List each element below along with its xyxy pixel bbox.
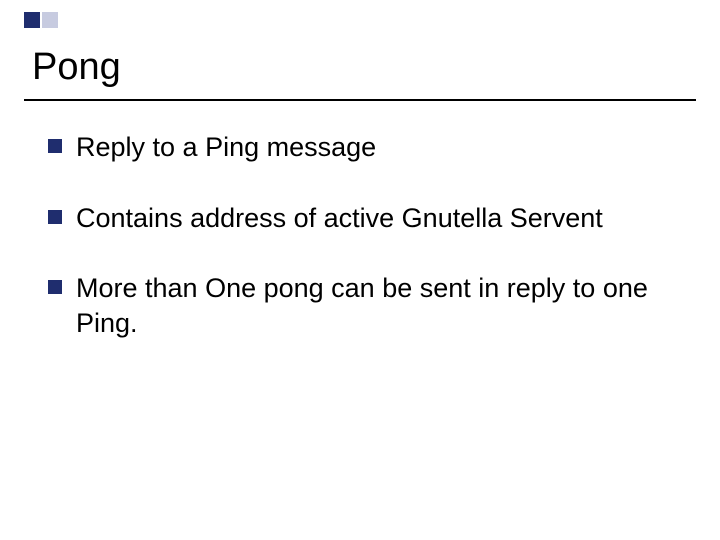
square-bullet-icon <box>48 139 62 153</box>
slide: Pong Reply to a Ping message Contains ad… <box>0 0 720 540</box>
list-item: Reply to a Ping message <box>48 130 676 165</box>
bullet-text: Contains address of active Gnutella Serv… <box>76 201 603 236</box>
corner-decoration <box>24 12 60 28</box>
bullet-text: Reply to a Ping message <box>76 130 376 165</box>
deco-square-dark <box>24 12 40 28</box>
deco-square-light <box>42 12 58 28</box>
square-bullet-icon <box>48 280 62 294</box>
slide-title: Pong <box>32 46 121 89</box>
list-item: Contains address of active Gnutella Serv… <box>48 201 676 236</box>
list-item: More than One pong can be sent in reply … <box>48 271 676 340</box>
square-bullet-icon <box>48 210 62 224</box>
bullet-text: More than One pong can be sent in reply … <box>76 271 676 340</box>
title-underline <box>24 99 696 101</box>
bullet-list: Reply to a Ping message Contains address… <box>48 130 676 376</box>
